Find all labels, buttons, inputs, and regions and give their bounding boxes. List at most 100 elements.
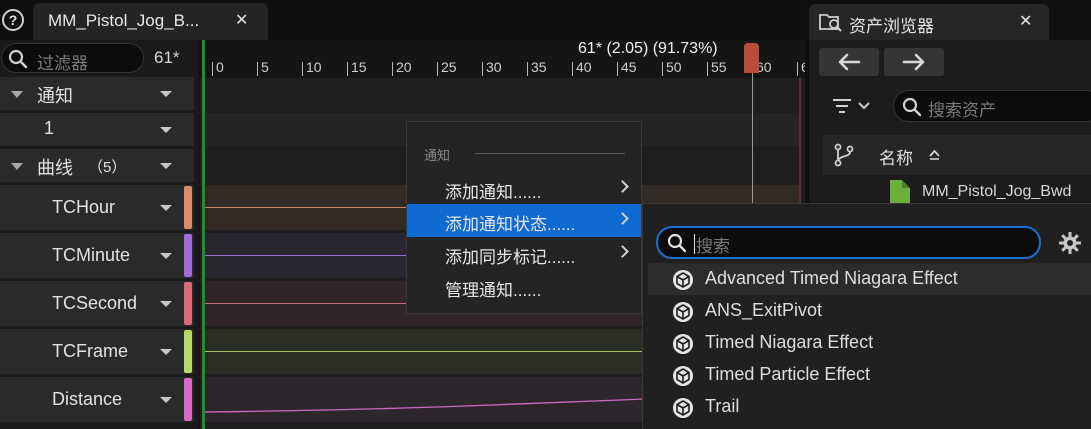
curve-row-tcsecond[interactable]: TCSecond xyxy=(0,281,194,326)
chevron-down-icon[interactable] xyxy=(160,348,172,355)
chevron-down-icon[interactable] xyxy=(160,126,172,133)
folder-search-icon xyxy=(819,14,842,32)
ruler-tick-label: 5 xyxy=(261,59,269,75)
chevron-down-icon[interactable] xyxy=(160,300,172,307)
submenu-search-input[interactable]: 搜索 xyxy=(656,226,1041,259)
back-button[interactable] xyxy=(819,48,879,76)
time-ruler[interactable]: 0510152025303540455055606 61* (2.05) (91… xyxy=(200,40,809,78)
menu-item-add-sync-marker[interactable]: 添加同步标记...... xyxy=(407,237,641,270)
ruler-tick xyxy=(347,62,348,76)
submenu-item-label: Timed Particle Effect xyxy=(705,364,871,384)
close-icon[interactable]: ✕ xyxy=(235,10,248,30)
curve-label: TCSecond xyxy=(52,293,138,313)
curve-color-swatch xyxy=(184,282,192,325)
playhead-handle[interactable] xyxy=(744,43,759,73)
track-lane[interactable] xyxy=(205,78,801,111)
chevron-right-icon xyxy=(616,180,629,193)
start-marker[interactable] xyxy=(202,40,205,429)
ruler-tick-label: 0 xyxy=(216,59,224,75)
curve-row-tchour[interactable]: TCHour xyxy=(0,185,194,230)
menu-section-header: 通知 xyxy=(424,148,451,163)
help-icon[interactable]: ? xyxy=(2,9,24,31)
track-list-panel: 过滤器 61* 通知 1 曲线 （5） TCHour TCMinute TCSe… xyxy=(0,40,198,429)
chevron-down-icon[interactable] xyxy=(160,252,172,259)
column-header[interactable]: 名称 xyxy=(823,135,1091,175)
chevron-right-icon xyxy=(616,212,629,225)
curve-label: TCFrame xyxy=(52,341,128,361)
filter-placeholder: 过滤器 xyxy=(37,54,88,73)
curve-label: TCHour xyxy=(52,197,116,217)
source-control-icon xyxy=(834,143,854,167)
submenu-item[interactable]: Timed Particle Effect xyxy=(648,359,1091,391)
cube-icon xyxy=(673,398,693,418)
ruler-tick-label: 55 xyxy=(711,59,727,75)
cube-icon xyxy=(673,270,693,290)
sort-ascending-icon[interactable] xyxy=(929,150,940,160)
cube-icon xyxy=(673,366,693,386)
ruler-tick xyxy=(797,62,798,76)
ruler-tick-label: 25 xyxy=(441,59,457,75)
curve-color-swatch xyxy=(184,330,192,373)
document-tab[interactable]: MM_Pistol_Jog_B... ✕ xyxy=(33,3,268,40)
chevron-down-icon[interactable] xyxy=(160,396,172,403)
submenu-item-label: Timed Niagara Effect xyxy=(705,332,874,352)
distance-curve xyxy=(205,398,645,413)
curve-row-tcminute[interactable]: TCMinute xyxy=(0,233,194,278)
menu-item-manage-notifies[interactable]: 管理通知...... xyxy=(407,270,641,303)
search-placeholder: 搜索 xyxy=(696,237,730,256)
search-input[interactable]: 搜索资产 xyxy=(893,90,1091,122)
chevron-down-icon[interactable] xyxy=(160,162,172,169)
submenu-item[interactable]: Advanced Timed Niagara Effect xyxy=(648,263,1091,295)
curve-row-distance[interactable]: Distance xyxy=(0,377,194,422)
asset-browser-tab[interactable]: 资产浏览器 ✕ xyxy=(809,4,1049,40)
notifies-section-row[interactable]: 通知 xyxy=(0,77,194,110)
submenu-item[interactable]: Trail xyxy=(648,391,1091,423)
curves-section-label: 曲线 xyxy=(37,158,73,178)
document-tab-bar: ? MM_Pistol_Jog_B... ✕ xyxy=(0,0,805,40)
submenu-item[interactable]: ANS_ExitPivot xyxy=(648,295,1091,327)
cube-icon xyxy=(673,334,693,354)
ruler-tick xyxy=(527,62,528,76)
chevron-down-icon[interactable] xyxy=(160,204,172,211)
menu-item-add-notify-state[interactable]: 添加通知状态...... xyxy=(407,204,641,237)
menu-item-add-notify[interactable]: 添加通知...... xyxy=(407,172,641,205)
animation-asset-icon xyxy=(890,180,910,204)
notify-track-row[interactable]: 1 xyxy=(0,113,194,146)
gear-icon[interactable] xyxy=(1058,231,1082,255)
forward-button[interactable] xyxy=(884,48,944,76)
filter-icon[interactable] xyxy=(831,97,875,115)
expand-arrow-icon[interactable] xyxy=(11,162,23,170)
curve-color-swatch xyxy=(184,186,192,229)
close-icon[interactable]: ✕ xyxy=(1019,11,1032,31)
curves-section-row[interactable]: 曲线 （5） xyxy=(0,149,194,182)
ruler-tick-label: 35 xyxy=(531,59,547,75)
expand-arrow-icon[interactable] xyxy=(11,90,23,98)
text-caret xyxy=(694,234,695,254)
filter-input[interactable]: 过滤器 xyxy=(1,43,144,73)
menu-item-label: 添加通知状态...... xyxy=(445,215,576,234)
search-placeholder: 搜索资产 xyxy=(928,101,996,120)
arrow-left-icon xyxy=(838,53,861,71)
chevron-right-icon xyxy=(616,245,629,258)
ruler-tick-label: 40 xyxy=(576,59,592,75)
asset-name: MM_Pistol_Jog_Bwd xyxy=(922,183,1072,200)
ruler-tick-label: 15 xyxy=(351,59,367,75)
playhead-label: 61* (2.05) (91.73%) xyxy=(578,40,718,57)
chevron-down-icon[interactable] xyxy=(160,90,172,97)
frame-count: 61* xyxy=(154,48,180,67)
ruler-tick xyxy=(212,62,213,76)
ruler-tick xyxy=(662,62,663,76)
curve-color-swatch xyxy=(184,378,192,421)
asset-browser-title: 资产浏览器 xyxy=(849,17,934,36)
ruler-tick xyxy=(257,62,258,76)
submenu-item-label: Trail xyxy=(705,396,740,416)
ruler-tick xyxy=(617,62,618,76)
menu-section-divider xyxy=(475,153,625,154)
notify-state-submenu: 搜索 Advanced Timed Niagara Effect ANS_Exi… xyxy=(642,203,1091,429)
curve-row-tcframe[interactable]: TCFrame xyxy=(0,329,194,374)
menu-item-label: 添加同步标记...... xyxy=(445,248,576,267)
search-icon xyxy=(8,49,28,69)
document-tab-label: MM_Pistol_Jog_B... xyxy=(48,11,200,30)
ruler-tick-label: 20 xyxy=(396,59,412,75)
submenu-item[interactable]: Timed Niagara Effect xyxy=(648,327,1091,359)
